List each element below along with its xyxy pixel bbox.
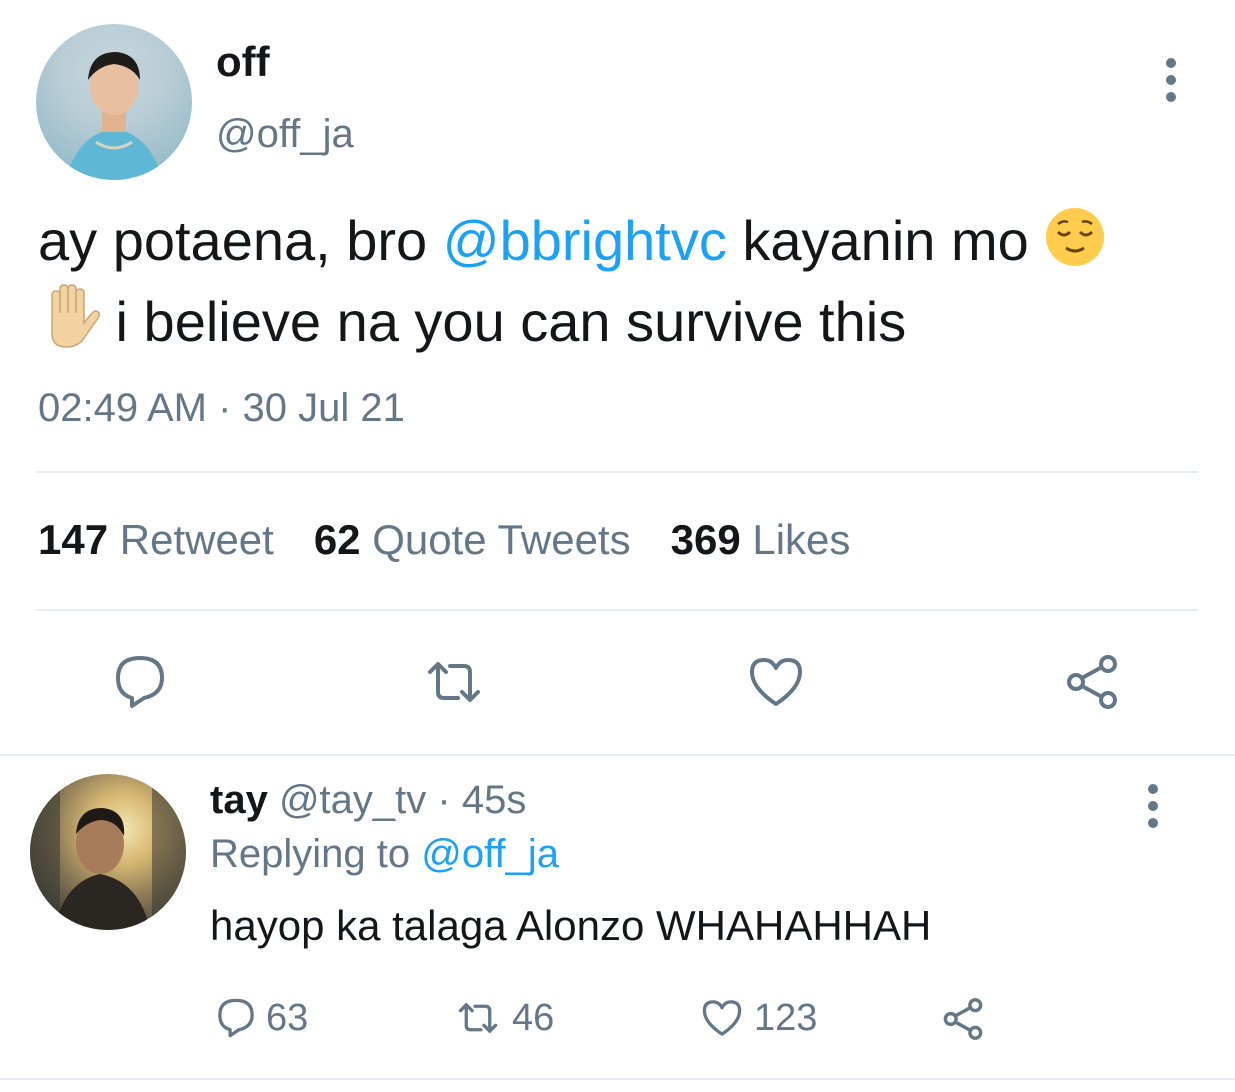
reply-header: tay @tay_tv · 45s — [210, 778, 526, 823]
share-button[interactable] — [1062, 652, 1122, 712]
replying-label: Replying to — [210, 832, 411, 876]
mention-link[interactable]: @bbrightvc — [443, 209, 727, 272]
reply-text: hayop ka talaga Alonzo WHAHAHHAH — [210, 902, 932, 949]
divider — [36, 609, 1198, 611]
likes-count: 369 — [670, 516, 741, 563]
tweet-text-part1: ay potaena, bro — [38, 209, 443, 272]
reply-time: · 45s — [437, 778, 527, 822]
raised-hand-emoji — [38, 283, 100, 364]
retweet-button[interactable] — [424, 652, 484, 712]
tweet-timestamp[interactable]: 02:49 AM · 30 Jul 21 — [38, 386, 405, 431]
like-count: 123 — [754, 996, 818, 1039]
quotes-label: Quote Tweets — [372, 516, 631, 563]
retweets-stat[interactable]: 147 Retweet — [38, 516, 274, 564]
replying-to: Replying to @off_ja — [210, 832, 559, 877]
replying-to-mention[interactable]: @off_ja — [421, 832, 559, 876]
tweet-text-part3: i believe na you can survive this — [100, 290, 907, 353]
share-icon — [943, 998, 983, 1040]
relieved-face-emoji — [1044, 206, 1106, 283]
share-icon — [1067, 655, 1117, 709]
reply-more-options-icon[interactable] — [1146, 784, 1160, 828]
reply-button[interactable] — [110, 652, 170, 712]
reply-icon — [116, 656, 164, 708]
quote-tweets-stat[interactable]: 62 Quote Tweets — [314, 516, 631, 564]
reply-author-name[interactable]: tay — [210, 778, 268, 822]
like-button[interactable] — [746, 652, 806, 712]
like-icon — [750, 658, 802, 706]
retweets-label: Retweet — [119, 516, 274, 563]
author-name[interactable]: off — [216, 38, 270, 86]
quotes-count: 62 — [313, 516, 361, 563]
divider — [0, 754, 1235, 756]
likes-stat[interactable]: 369 Likes — [671, 516, 851, 564]
likes-label: Likes — [752, 516, 851, 563]
reply-retweet-button[interactable]: 46 — [452, 996, 554, 1040]
reply-like-button[interactable]: 123 — [698, 996, 817, 1040]
reply-icon — [218, 998, 254, 1038]
tweet-text: ay potaena, bro @bbrightvc kayanin mo i … — [38, 206, 1208, 364]
like-icon — [702, 1000, 742, 1036]
divider — [0, 1078, 1235, 1080]
tweet-stats: 147 Retweet 62 Quote Tweets 369 Likes — [38, 516, 850, 564]
retweet-icon — [428, 662, 480, 702]
reply-author-handle[interactable]: @tay_tv — [279, 778, 426, 822]
reply-author-avatar[interactable] — [30, 774, 186, 930]
reply-reply-button[interactable]: 63 — [214, 996, 308, 1040]
tweet-text-part2: kayanin mo — [726, 209, 1045, 272]
author-handle[interactable]: @off_ja — [216, 112, 354, 157]
divider — [36, 471, 1198, 473]
retweet-icon — [458, 1003, 498, 1033]
author-avatar[interactable] — [36, 24, 192, 180]
reply-share-button[interactable] — [940, 996, 986, 1042]
retweets-count: 147 — [38, 516, 109, 563]
reply-count: 63 — [266, 996, 309, 1039]
more-options-icon[interactable] — [1164, 58, 1178, 102]
retweet-count: 46 — [512, 996, 555, 1039]
